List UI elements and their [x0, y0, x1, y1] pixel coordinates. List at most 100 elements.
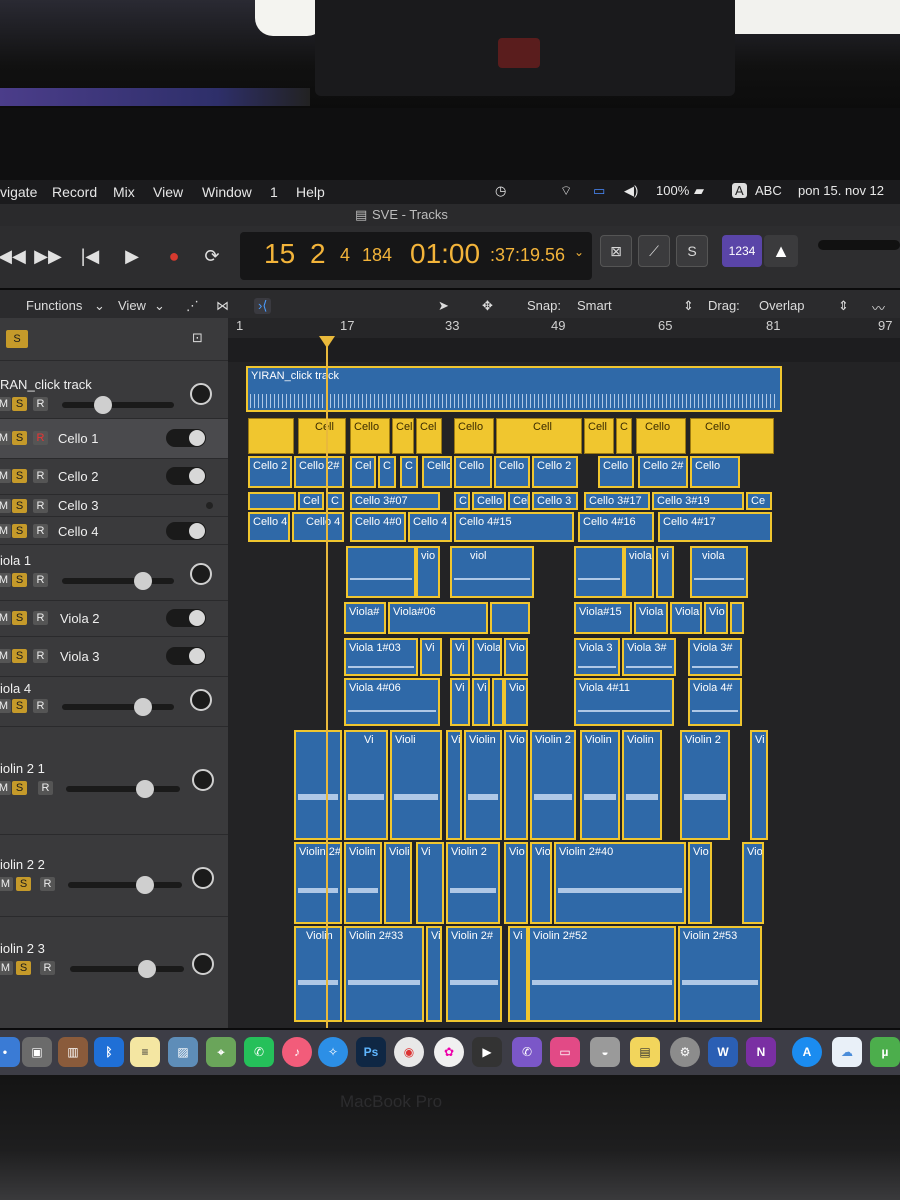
region[interactable]: Viola 4#06: [344, 678, 440, 726]
region[interactable]: Cell: [298, 418, 346, 454]
region[interactable]: [346, 546, 416, 598]
mute-button[interactable]: M: [0, 499, 11, 513]
mute-button[interactable]: M: [0, 469, 11, 483]
region[interactable]: Cel: [416, 418, 442, 454]
track-header[interactable]: M S R Cello 2: [0, 458, 228, 494]
track-toggle[interactable]: [166, 429, 206, 447]
rewind-icon[interactable]: ◀◀: [0, 238, 30, 274]
input-source-icon[interactable]: A: [732, 183, 747, 198]
pan-knob[interactable]: [192, 953, 214, 975]
tuning-icon[interactable]: ⟋: [638, 235, 670, 267]
fader-knob[interactable]: [134, 572, 152, 590]
region[interactable]: Cell: [496, 418, 582, 454]
replace-icon[interactable]: ⊠: [600, 235, 632, 267]
region[interactable]: Vio: [704, 602, 728, 634]
region[interactable]: Vio: [688, 842, 712, 924]
track-header[interactable]: M S R Cello 3: [0, 494, 228, 516]
region[interactable]: Cello 2#: [294, 456, 344, 488]
snap-value[interactable]: Smart: [577, 298, 612, 313]
volume-fader[interactable]: [62, 578, 174, 584]
mute-button[interactable]: M: [0, 397, 11, 411]
region[interactable]: Cello 2: [532, 456, 578, 488]
forward-icon[interactable]: ▶▶: [30, 238, 66, 274]
region[interactable]: Viola: [472, 638, 502, 676]
menu-record[interactable]: Record: [52, 184, 97, 200]
pan-knob[interactable]: [190, 689, 212, 711]
region[interactable]: [492, 678, 504, 726]
region[interactable]: [490, 602, 530, 634]
region[interactable]: [294, 730, 342, 840]
mute-button[interactable]: M: [0, 781, 11, 795]
dock-maps-icon[interactable]: ⌖: [206, 1037, 236, 1067]
menu-navigate[interactable]: vigate: [0, 184, 37, 200]
dock-photos-icon[interactable]: ✿: [434, 1037, 464, 1067]
mute-button[interactable]: M: [0, 573, 11, 587]
solo-button[interactable]: S: [12, 524, 27, 538]
region[interactable]: Cel: [298, 492, 324, 510]
mute-button[interactable]: M: [0, 649, 11, 663]
pan-knob[interactable]: [190, 383, 212, 405]
region[interactable]: Vio: [504, 842, 528, 924]
secondary-tool-icon[interactable]: ✥: [482, 298, 493, 314]
record-button[interactable]: R: [40, 961, 55, 975]
mute-button[interactable]: M: [0, 961, 13, 975]
region[interactable]: Viola#06: [388, 602, 488, 634]
region[interactable]: Cello: [636, 418, 686, 454]
dock-whatsapp-icon[interactable]: ✆: [244, 1037, 274, 1067]
dock-app-icon[interactable]: ▥: [58, 1037, 88, 1067]
region[interactable]: Violin: [622, 730, 662, 840]
region[interactable]: Violi: [390, 730, 442, 840]
track-header[interactable]: iolin 2 2 M S R: [0, 834, 228, 916]
wifi-icon[interactable]: ⌔: [560, 183, 572, 199]
region[interactable]: Cello: [690, 456, 740, 488]
region[interactable]: Vi: [450, 638, 470, 676]
solo-button[interactable]: S: [12, 397, 27, 411]
region[interactable]: C: [616, 418, 632, 454]
solo-button[interactable]: S: [12, 499, 27, 513]
solo-button[interactable]: S: [12, 431, 27, 445]
dock-utorrent-icon[interactable]: µ: [870, 1037, 900, 1067]
dock-chrome-icon[interactable]: ◉: [394, 1037, 424, 1067]
bar-ruler[interactable]: 1 17 33 49 65 81 97: [228, 318, 900, 338]
record-button[interactable]: R: [33, 431, 48, 445]
tracks-area[interactable]: YIRAN_click track Cell Cello Cel Cel Cel…: [228, 362, 900, 1028]
dock-appstore-icon[interactable]: A: [792, 1037, 822, 1067]
pan-knob[interactable]: [192, 769, 214, 791]
region[interactable]: Cello 2#: [638, 456, 688, 488]
solo-button[interactable]: S: [12, 699, 27, 713]
track-header[interactable]: iolin 2 3 M S R: [0, 916, 228, 1028]
dock-bluetooth-icon[interactable]: ᛒ: [94, 1037, 124, 1067]
solo-button[interactable]: S: [12, 611, 27, 625]
region[interactable]: Vi: [344, 730, 388, 840]
region[interactable]: Viola 4#11: [574, 678, 674, 726]
region[interactable]: Cello: [472, 492, 506, 510]
volume-fader[interactable]: [70, 966, 184, 972]
region[interactable]: Viola 3#: [688, 638, 742, 676]
region[interactable]: [574, 546, 624, 598]
fader-knob[interactable]: [136, 876, 154, 894]
region[interactable]: Vi: [426, 926, 442, 1022]
dock-app-icon[interactable]: ▭: [550, 1037, 580, 1067]
mute-button[interactable]: M: [0, 524, 11, 538]
pointer-tool-icon[interactable]: ➤: [438, 298, 449, 314]
region[interactable]: Violi: [384, 842, 412, 924]
volume-icon[interactable]: ◀): [624, 183, 638, 199]
functions-menu[interactable]: Functions: [26, 298, 82, 313]
timemachine-icon[interactable]: ◷: [495, 183, 506, 199]
region[interactable]: Cello: [422, 456, 452, 488]
dock-word-icon[interactable]: W: [708, 1037, 738, 1067]
lcd-display[interactable]: 15 2 4 184 01:00 :37:19.56 ⌄: [240, 232, 592, 280]
record-button[interactable]: R: [33, 699, 48, 713]
dock-viber-icon[interactable]: ✆: [512, 1037, 542, 1067]
fader-knob[interactable]: [136, 780, 154, 798]
track-header[interactable]: RAN_click track M S R: [0, 360, 228, 418]
pan-knob[interactable]: [190, 563, 212, 585]
region[interactable]: Cello: [690, 418, 774, 454]
region[interactable]: Vi: [446, 730, 462, 840]
region[interactable]: Violin 2#33: [344, 926, 424, 1022]
volume-fader[interactable]: [62, 402, 174, 408]
solo-button[interactable]: S: [16, 961, 31, 975]
solo-icon[interactable]: S: [676, 235, 708, 267]
region[interactable]: Vio: [504, 638, 528, 676]
record-button[interactable]: R: [33, 649, 48, 663]
